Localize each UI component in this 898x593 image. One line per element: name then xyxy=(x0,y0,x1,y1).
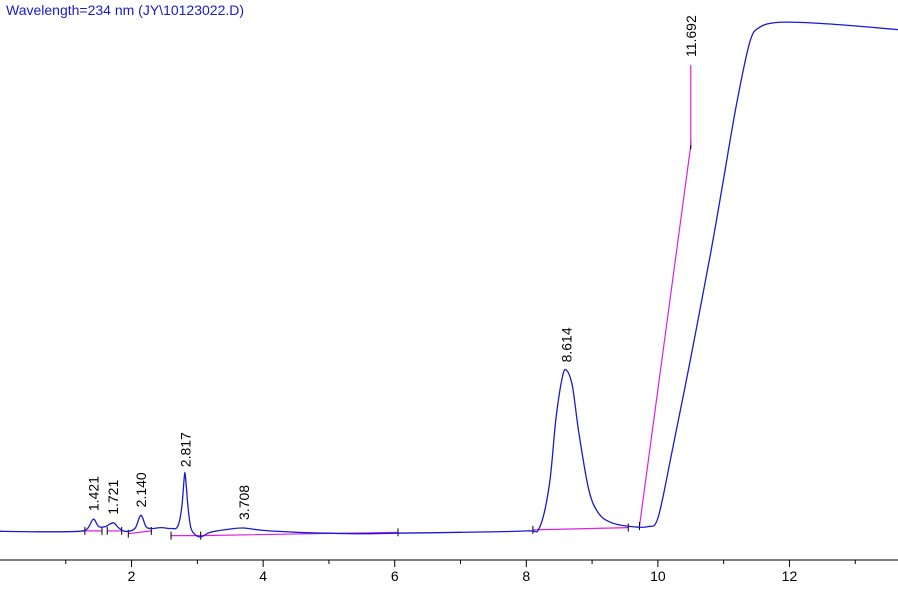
x-tick-label-2: 2 xyxy=(128,568,136,584)
x-axis: 2 4 6 8 10 12 xyxy=(0,559,898,584)
peak-label-1-721: 1.721 xyxy=(105,480,121,515)
peak-label-2-817: 2.817 xyxy=(177,432,193,467)
peak-label-2-140: 2.140 xyxy=(133,472,149,507)
peak-labels: 1.421 1.721 2.140 2.817 3.708 8.614 11.692 xyxy=(85,15,698,520)
baseline-segment-3 xyxy=(128,530,152,535)
x-tick-label-4: 4 xyxy=(259,568,267,584)
trace-line-1 xyxy=(0,21,898,538)
chromatogram-plot: Wavelength=234 nm (JY\10123022.D) 2 4 6 8 10… xyxy=(0,2,898,584)
trace-group xyxy=(0,21,898,538)
baseline-segment-6 xyxy=(638,145,692,527)
peak-label-11-692: 11.692 xyxy=(683,15,699,57)
peak-label-1-421: 1.421 xyxy=(85,476,101,511)
chart-title: Wavelength=234 nm (JY\10123022.D) xyxy=(6,2,244,18)
baseline-group xyxy=(84,65,692,540)
x-tick-label-6: 6 xyxy=(391,568,399,584)
x-tick-label-8: 8 xyxy=(522,568,530,584)
peak-label-3-708: 3.708 xyxy=(236,485,252,520)
x-tick-label-12: 12 xyxy=(782,568,798,584)
chromatogram-chart: Wavelength=234 nm (JY\10123022.D) 2 4 6 8 10… xyxy=(0,0,898,588)
peak-label-8-614: 8.614 xyxy=(559,327,575,362)
x-tick-label-10: 10 xyxy=(650,568,666,584)
baseline-segment-5 xyxy=(532,527,629,531)
